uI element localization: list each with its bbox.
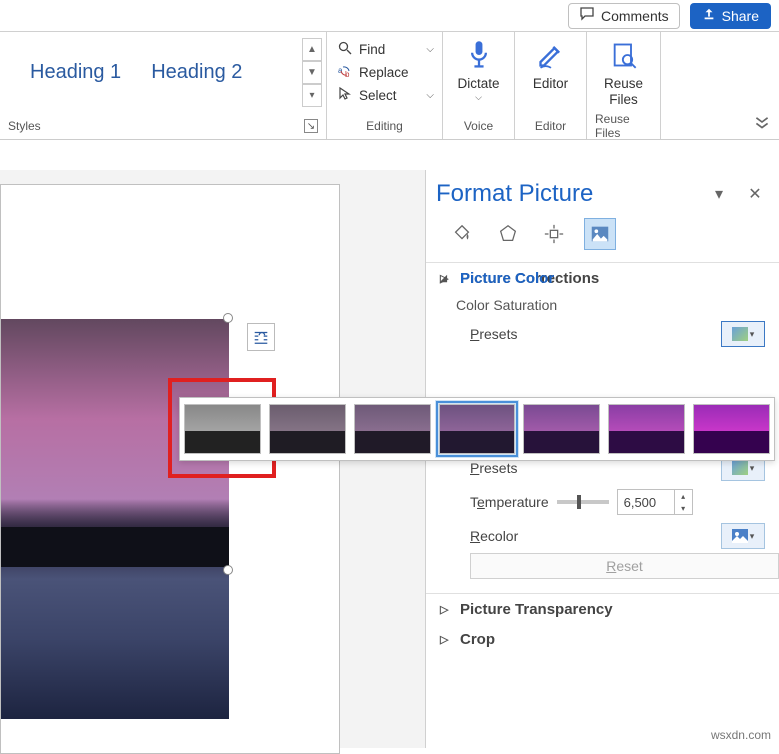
scroll-up-icon[interactable]: ▲ <box>302 38 322 61</box>
chevron-down-icon: ◢ <box>440 273 452 284</box>
layout-options-button[interactable] <box>247 323 275 351</box>
replace-label: Replace <box>359 65 409 80</box>
replace-button[interactable]: ab Replace <box>337 63 442 82</box>
section-picture-transparency[interactable]: ▷ Picture Transparency <box>440 594 779 624</box>
pane-options-icon[interactable]: ▾ <box>709 184 729 204</box>
saturation-gallery[interactable] <box>179 397 775 461</box>
reuse-files-button[interactable] <box>610 38 638 72</box>
reuse-group-label: Reuse Files <box>595 112 652 140</box>
watermark: wsxdn.com <box>711 728 771 742</box>
chevron-down-icon: ⌵ <box>426 90 434 101</box>
select-button[interactable]: Select ⌵ <box>337 86 442 105</box>
editor-group-label: Editor <box>535 119 566 133</box>
ribbon-collapse-button[interactable] <box>753 113 771 131</box>
chevron-down-icon: ⌵ <box>475 92 482 103</box>
tab-layout-icon[interactable] <box>538 218 570 250</box>
saturation-preset-1[interactable] <box>269 404 346 454</box>
share-label: Share <box>722 8 759 24</box>
spin-down-icon[interactable]: ▾ <box>674 502 692 514</box>
presets2-label: Presets <box>470 460 517 476</box>
reset-button[interactable]: Reset <box>470 553 779 579</box>
styles-scroll[interactable]: ▲ ▼ ▾ <box>302 38 322 107</box>
voice-group-label: Voice <box>464 119 493 133</box>
tab-picture-icon[interactable] <box>584 218 616 250</box>
tab-fill-icon[interactable] <box>446 218 478 250</box>
style-heading2[interactable]: Heading 2 <box>151 61 242 84</box>
reuse-files-label: Reuse Files <box>604 76 643 108</box>
style-heading1[interactable]: Heading 1 <box>30 61 121 84</box>
editor-button[interactable] <box>537 38 565 72</box>
section-crop[interactable]: ▷ Crop <box>440 624 779 654</box>
temperature-slider[interactable] <box>557 500 609 504</box>
selection-handle[interactable] <box>223 565 233 575</box>
saturation-presets-dropdown[interactable]: ▾ <box>721 321 765 347</box>
saturation-preset-5[interactable] <box>608 404 685 454</box>
saturation-preset-2[interactable] <box>354 404 431 454</box>
saturation-preset-0[interactable] <box>184 404 261 454</box>
select-label: Select <box>359 88 397 103</box>
saturation-preset-3[interactable] <box>439 404 516 454</box>
temperature-label: Temperature <box>470 494 549 510</box>
share-button[interactable]: Share <box>690 3 771 29</box>
recolor-dropdown[interactable]: ▾ <box>721 523 765 549</box>
scroll-more-icon[interactable]: ▾ <box>302 84 322 107</box>
dictate-label: Dictate <box>457 76 499 92</box>
find-button[interactable]: Find ⌵ <box>337 40 442 59</box>
share-icon <box>702 7 716 24</box>
select-icon <box>337 86 353 105</box>
chevron-right-icon: ▷ <box>440 633 452 646</box>
chevron-down-icon: ⌵ <box>426 44 434 55</box>
tab-effects-icon[interactable] <box>492 218 524 250</box>
comments-label: Comments <box>601 8 669 24</box>
recolor-label: Recolor <box>470 528 518 544</box>
styles-dialog-launcher-icon[interactable]: ↘ <box>304 119 318 133</box>
spin-up-icon[interactable]: ▴ <box>674 490 692 502</box>
svg-text:b: b <box>345 70 350 79</box>
find-label: Find <box>359 42 385 57</box>
saturation-preset-4[interactable] <box>523 404 600 454</box>
close-icon[interactable]: ✕ <box>745 184 765 204</box>
comment-icon <box>579 6 595 25</box>
editing-group-label: Editing <box>366 119 403 133</box>
presets-label: Presets <box>470 326 517 342</box>
temperature-value: 6,500 <box>618 495 674 510</box>
scroll-down-icon[interactable]: ▼ <box>302 61 322 84</box>
saturation-preset-6[interactable] <box>693 404 770 454</box>
temperature-input[interactable]: 6,500 ▴▾ <box>617 489 693 515</box>
comments-button[interactable]: Comments <box>568 3 680 29</box>
pane-title: Format Picture <box>436 180 693 208</box>
chevron-right-icon: ▷ <box>440 603 452 616</box>
selection-handle[interactable] <box>223 313 233 323</box>
color-saturation-label: Color Saturation <box>426 293 779 317</box>
section-picture-color[interactable]: ◢ Picture Color <box>440 263 779 293</box>
dictate-button[interactable] <box>465 38 493 72</box>
styles-group-label: Styles <box>8 119 41 133</box>
replace-icon: ab <box>337 63 353 82</box>
find-icon <box>337 40 353 59</box>
editor-label: Editor <box>533 76 568 92</box>
